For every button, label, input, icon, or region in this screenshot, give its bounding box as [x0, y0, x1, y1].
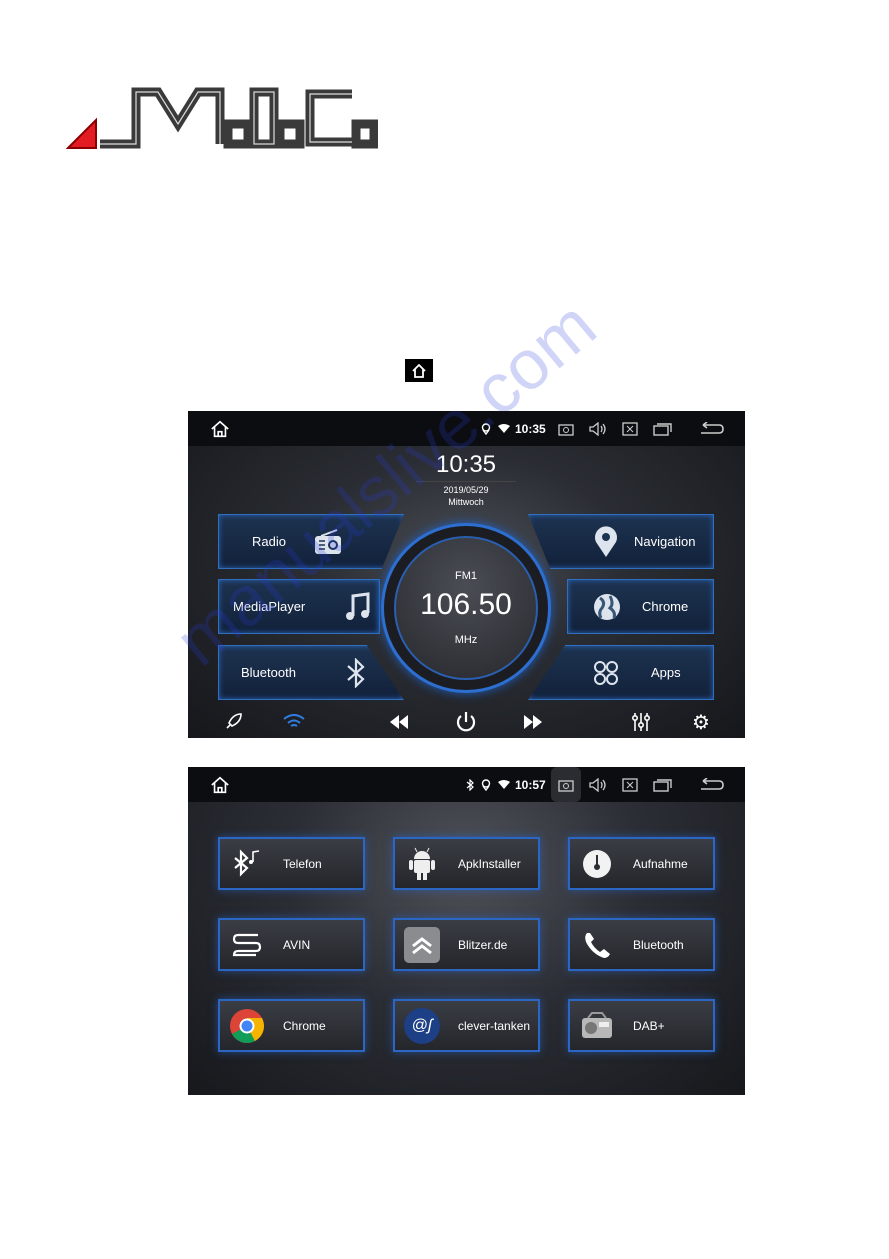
mediaplayer-button[interactable]: MediaPlayer — [218, 579, 380, 634]
chrome-label: Chrome — [642, 599, 689, 614]
power-icon[interactable] — [455, 711, 477, 733]
tile-label: ApkInstaller — [458, 856, 521, 871]
tile-blitzer[interactable]: Blitzer.de — [393, 918, 540, 971]
clock-time: 10:35 — [416, 451, 516, 482]
navigation-label: Navigation — [634, 534, 696, 549]
clever-tanken-icon: @ʃ — [404, 1007, 440, 1044]
apps-screen-screenshot: 10:57 Telefon ApkInstaller Aufnahme AVIN… — [188, 767, 745, 1095]
tile-label: Blitzer.de — [458, 937, 508, 952]
radio-label: Radio — [252, 534, 286, 549]
screenshot-icon[interactable] — [556, 419, 576, 439]
recent-apps-icon[interactable] — [653, 419, 673, 439]
tile-label: Chrome — [283, 1018, 326, 1033]
fast-forward-icon[interactable] — [522, 711, 544, 733]
bluetooth-button[interactable]: Bluetooth — [218, 645, 404, 700]
close-app-icon[interactable] — [620, 419, 640, 439]
status-bar: 10:57 — [188, 767, 745, 802]
back-icon[interactable] — [698, 775, 726, 795]
home-icon[interactable] — [210, 775, 230, 795]
chrome-icon — [229, 1008, 265, 1044]
settings-gear-icon[interactable]: ⚙ — [690, 711, 712, 734]
back-icon[interactable] — [698, 419, 726, 439]
globe-icon — [594, 593, 620, 620]
radio-icon — [579, 1008, 615, 1044]
blitzer-icon — [404, 926, 440, 963]
status-time: 10:35 — [515, 422, 546, 436]
tile-aufnahme[interactable]: Aufnahme — [568, 837, 715, 890]
screenshot-icon[interactable] — [551, 767, 581, 802]
tile-label: Bluetooth — [633, 937, 684, 952]
tile-apkinstaller[interactable]: ApkInstaller — [393, 837, 540, 890]
location-icon — [476, 775, 496, 795]
tile-label: AVIN — [283, 937, 311, 952]
volume-icon[interactable] — [588, 775, 608, 795]
equalizer-icon[interactable] — [630, 711, 652, 733]
rocket-icon[interactable] — [222, 711, 244, 733]
radio-dial[interactable]: FM1 106.50 MHz — [381, 523, 551, 693]
radio-button[interactable]: Radio — [218, 514, 404, 569]
close-app-icon[interactable] — [620, 775, 640, 795]
apps-label: Apps — [651, 665, 681, 680]
android-icon — [404, 846, 440, 882]
apps-button[interactable]: Apps — [528, 645, 714, 700]
radio-unit: MHz — [454, 634, 478, 646]
bluetooth-icon — [347, 657, 365, 688]
radio-frequency: 106.50 — [420, 588, 512, 621]
mic-logo — [66, 87, 378, 149]
wifi-icon — [494, 775, 514, 795]
chrome-button[interactable]: Chrome — [567, 579, 714, 634]
tile-label: Aufnahme — [633, 856, 688, 871]
recent-apps-icon[interactable] — [653, 775, 673, 795]
home-screen-screenshot: 10:35 10:35 2019/05/29 Mittwoch Radio Me… — [188, 411, 745, 738]
apps-icon — [594, 660, 618, 685]
clock-weekday: Mittwoch — [448, 497, 484, 507]
bluetooth-music-icon — [229, 846, 265, 882]
gauge-icon — [579, 846, 615, 882]
status-time: 10:57 — [515, 778, 546, 792]
radio-band: FM1 — [455, 570, 477, 582]
tile-avin[interactable]: AVIN — [218, 918, 365, 971]
phone-icon — [579, 927, 615, 963]
mediaplayer-label: MediaPlayer — [233, 599, 306, 614]
music-note-icon — [346, 591, 370, 620]
wifi-icon[interactable] — [283, 711, 305, 733]
home-icon-reference — [405, 359, 433, 382]
cable-icon — [229, 927, 265, 963]
tile-bluetooth[interactable]: Bluetooth — [568, 918, 715, 971]
home-icon[interactable] — [210, 419, 230, 439]
tile-label: clever-tanken — [458, 1018, 531, 1033]
tile-chrome[interactable]: Chrome — [218, 999, 365, 1052]
navigation-button[interactable]: Navigation — [528, 514, 714, 569]
radio-icon — [315, 528, 341, 554]
status-bar: 10:35 — [188, 411, 745, 446]
clock-date: 2019/05/29 — [443, 485, 489, 495]
tile-dab[interactable]: DAB+ — [568, 999, 715, 1052]
bluetooth-label: Bluetooth — [241, 665, 296, 680]
wifi-icon — [494, 419, 514, 439]
tile-clever-tanken[interactable]: @ʃ clever-tanken — [393, 999, 540, 1052]
tile-telefon[interactable]: Telefon — [218, 837, 365, 890]
location-pin-icon — [595, 525, 617, 557]
location-icon — [476, 419, 496, 439]
tile-label: DAB+ — [633, 1018, 665, 1033]
rewind-icon[interactable] — [388, 711, 410, 733]
tile-label: Telefon — [283, 856, 322, 871]
volume-icon[interactable] — [588, 419, 608, 439]
